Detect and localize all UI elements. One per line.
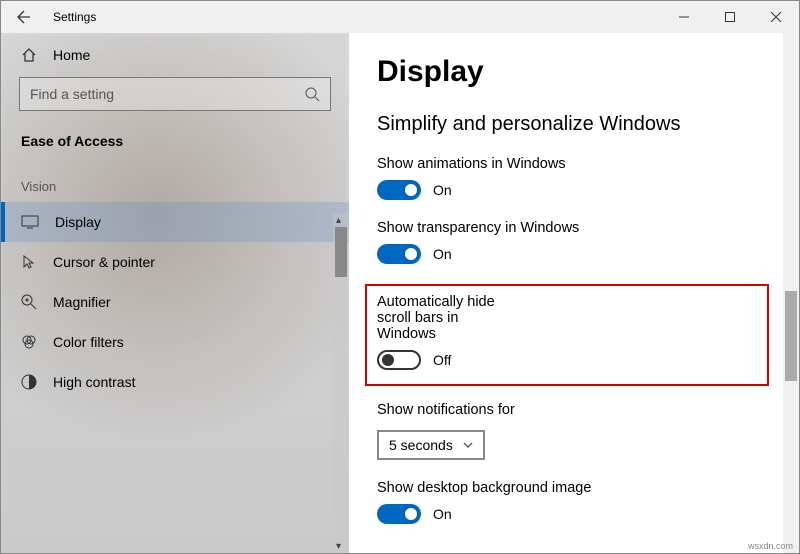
category-header: Ease of Access: [1, 119, 349, 153]
toggle-state: On: [433, 182, 452, 198]
setting-label: Automatically hide scroll bars in Window…: [377, 294, 507, 342]
scroll-down-icon: ▾: [336, 541, 346, 551]
maximize-button[interactable]: [707, 1, 753, 33]
setting-notifications: Show notifications for 5 seconds: [377, 402, 769, 460]
notifications-dropdown[interactable]: 5 seconds: [377, 430, 485, 460]
high-contrast-icon: [21, 374, 37, 390]
sidebar-item-label: Cursor & pointer: [53, 254, 155, 270]
minimize-icon: [679, 12, 689, 22]
toggle-state: On: [433, 506, 452, 522]
chevron-down-icon: [463, 442, 473, 448]
toggle-knob: [382, 354, 394, 366]
scrollbar-thumb[interactable]: [785, 291, 797, 381]
close-icon: [771, 12, 781, 22]
scroll-up-icon: ▴: [336, 215, 346, 225]
scrollbar-thumb[interactable]: [335, 227, 347, 277]
display-icon: [21, 215, 39, 229]
window-title: Settings: [47, 10, 96, 24]
main-area: Home Find a setting Ease of Access Visio…: [1, 33, 799, 553]
toggle-knob: [405, 248, 417, 260]
color-filters-icon: [21, 334, 37, 350]
setting-animations: Show animations in Windows On: [377, 156, 769, 200]
close-button[interactable]: [753, 1, 799, 33]
setting-transparency: Show transparency in Windows On: [377, 220, 769, 264]
toggle-animations[interactable]: [377, 180, 421, 200]
content-pane: Display Simplify and personalize Windows…: [349, 33, 799, 553]
home-icon: [21, 47, 37, 63]
window-controls: [661, 1, 799, 33]
toggle-knob: [405, 184, 417, 196]
setting-label: Show animations in Windows: [377, 156, 769, 172]
search-placeholder: Find a setting: [30, 86, 304, 102]
toggle-state: On: [433, 246, 452, 262]
toggle-transparency[interactable]: [377, 244, 421, 264]
minimize-button[interactable]: [661, 1, 707, 33]
home-link[interactable]: Home: [1, 33, 349, 77]
search-input[interactable]: Find a setting: [19, 77, 331, 111]
setting-label: Show desktop background image: [377, 480, 769, 496]
toggle-hide-scrollbars[interactable]: [377, 350, 421, 370]
toggle-state: Off: [433, 352, 451, 368]
back-arrow-icon: [16, 9, 32, 25]
sidebar-item-label: High contrast: [53, 374, 135, 390]
content-scrollbar[interactable]: [783, 33, 799, 553]
sidebar-item-cursor[interactable]: Cursor & pointer: [1, 242, 349, 282]
titlebar: Settings: [1, 1, 799, 33]
magnifier-icon: [21, 294, 37, 310]
search-icon: [304, 86, 320, 102]
toggle-knob: [405, 508, 417, 520]
section-title: Simplify and personalize Windows: [377, 113, 769, 136]
home-label: Home: [53, 47, 90, 63]
setting-desktop-bg: Show desktop background image On: [377, 480, 769, 524]
sidebar-item-label: Display: [55, 214, 101, 230]
sidebar-item-colorfilters[interactable]: Color filters: [1, 322, 349, 362]
sidebar: Home Find a setting Ease of Access Visio…: [1, 33, 349, 553]
toggle-desktop-bg[interactable]: [377, 504, 421, 524]
setting-hide-scrollbars: Automatically hide scroll bars in Window…: [377, 294, 507, 370]
dropdown-value: 5 seconds: [389, 437, 453, 453]
sidebar-item-highcontrast[interactable]: High contrast: [1, 362, 349, 402]
page-title: Display: [377, 55, 769, 89]
highlighted-setting: Automatically hide scroll bars in Window…: [365, 284, 769, 386]
section-label-vision: Vision: [1, 153, 349, 202]
sidebar-item-magnifier[interactable]: Magnifier: [1, 282, 349, 322]
sidebar-scrollbar[interactable]: ▴ ▾: [333, 213, 349, 553]
sidebar-item-label: Magnifier: [53, 294, 111, 310]
back-button[interactable]: [1, 1, 47, 33]
watermark: wsxdn.com: [748, 541, 793, 551]
setting-label: Show transparency in Windows: [377, 220, 769, 236]
setting-label: Show notifications for: [377, 402, 769, 418]
cursor-icon: [21, 254, 37, 270]
sidebar-item-label: Color filters: [53, 334, 124, 350]
maximize-icon: [725, 12, 735, 22]
sidebar-item-display[interactable]: Display: [1, 202, 349, 242]
